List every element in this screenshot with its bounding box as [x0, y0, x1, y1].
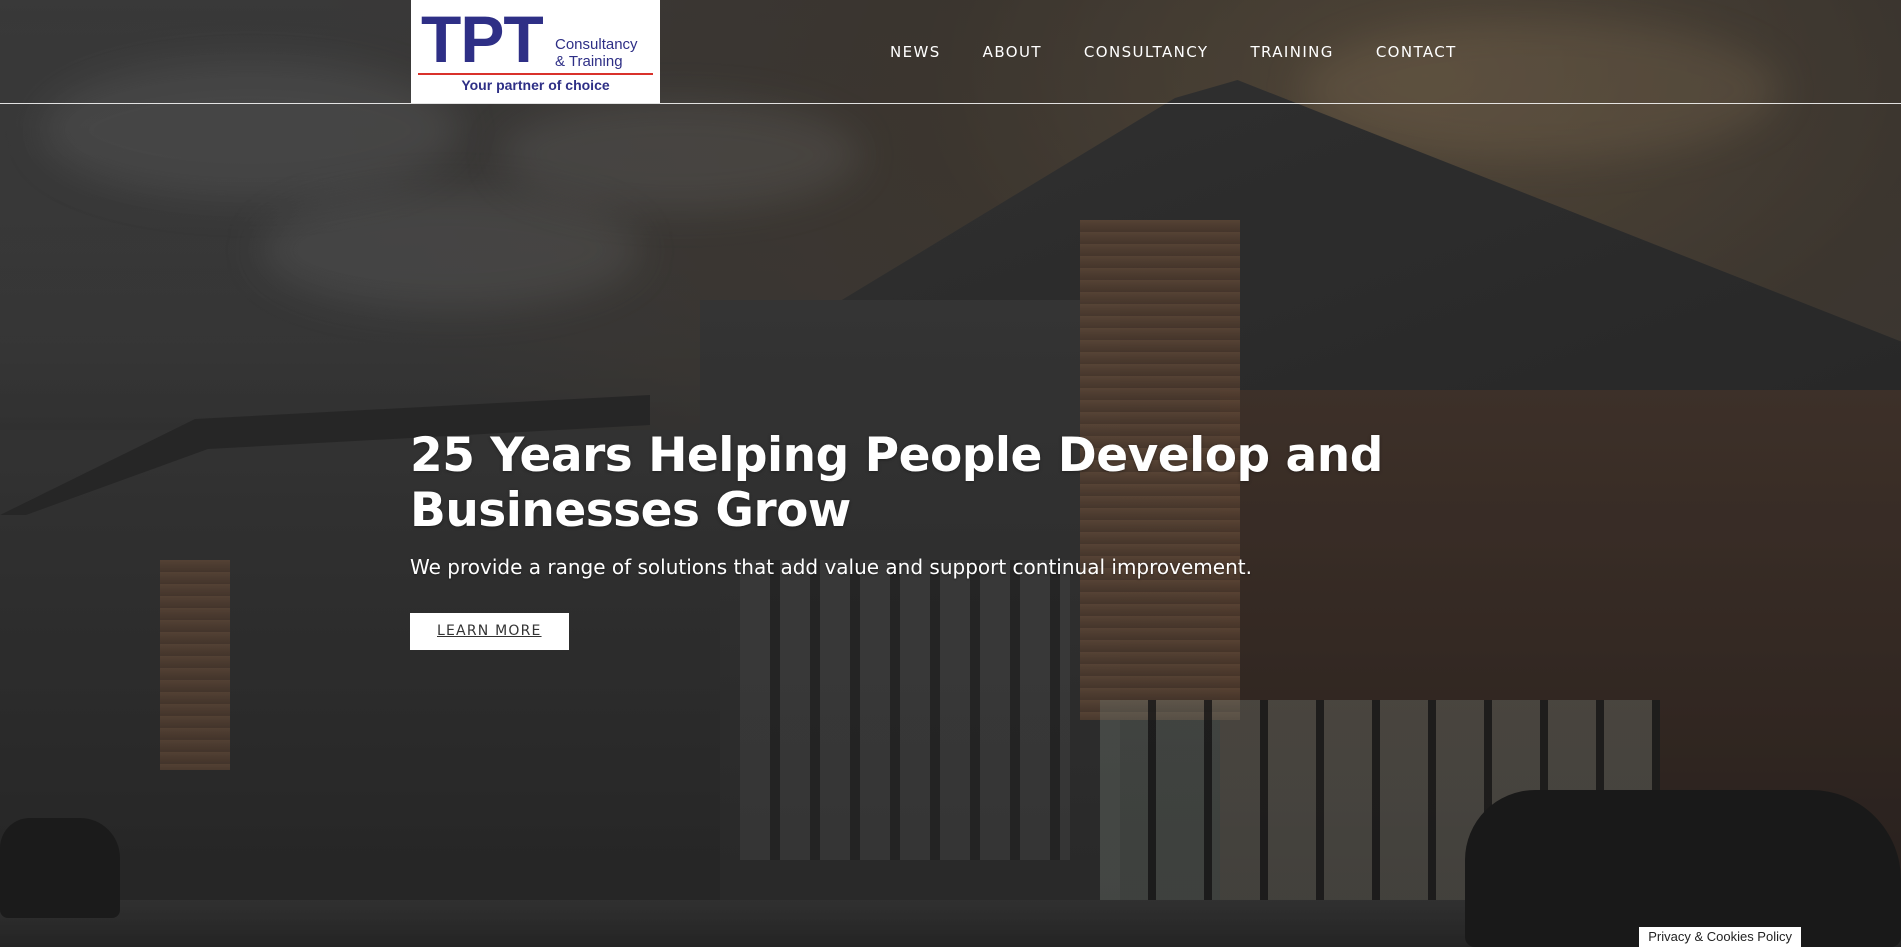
site-header: TPT Consultancy & Training Your partner …	[0, 0, 1901, 104]
nav-item-contact[interactable]: CONTACT	[1376, 43, 1457, 61]
logo-subtitle: Consultancy & Training	[555, 36, 638, 70]
logo-subtitle-line2: & Training	[555, 53, 623, 70]
nav-item-training[interactable]: TRAINING	[1250, 43, 1333, 61]
nav-item-about[interactable]: ABOUT	[983, 43, 1042, 61]
hero-section: TPT Consultancy & Training Your partner …	[0, 0, 1901, 947]
main-nav: NEWS ABOUT CONSULTANCY TRAINING CONTACT	[890, 0, 1457, 103]
nav-item-news[interactable]: NEWS	[890, 43, 941, 61]
nav-item-consultancy[interactable]: CONSULTANCY	[1084, 43, 1209, 61]
site-logo[interactable]: TPT Consultancy & Training Your partner …	[411, 0, 660, 103]
logo-divider	[418, 73, 653, 75]
learn-more-button[interactable]: LEARN MORE	[410, 613, 569, 650]
hero-subline: We provide a range of solutions that add…	[410, 555, 1252, 579]
privacy-policy-link[interactable]: Privacy & Cookies Policy	[1639, 927, 1801, 947]
hero-headline-line2: Businesses Grow	[410, 483, 851, 538]
logo-brand: TPT	[421, 2, 544, 76]
hero-headline: 25 Years Helping People Develop and Busi…	[410, 428, 1410, 538]
logo-subtitle-line1: Consultancy	[555, 36, 638, 53]
logo-tagline: Your partner of choice	[461, 77, 610, 93]
hero-headline-line1: 25 Years Helping People Develop and	[410, 428, 1383, 483]
hero-content: 25 Years Helping People Develop and Busi…	[410, 428, 1410, 650]
